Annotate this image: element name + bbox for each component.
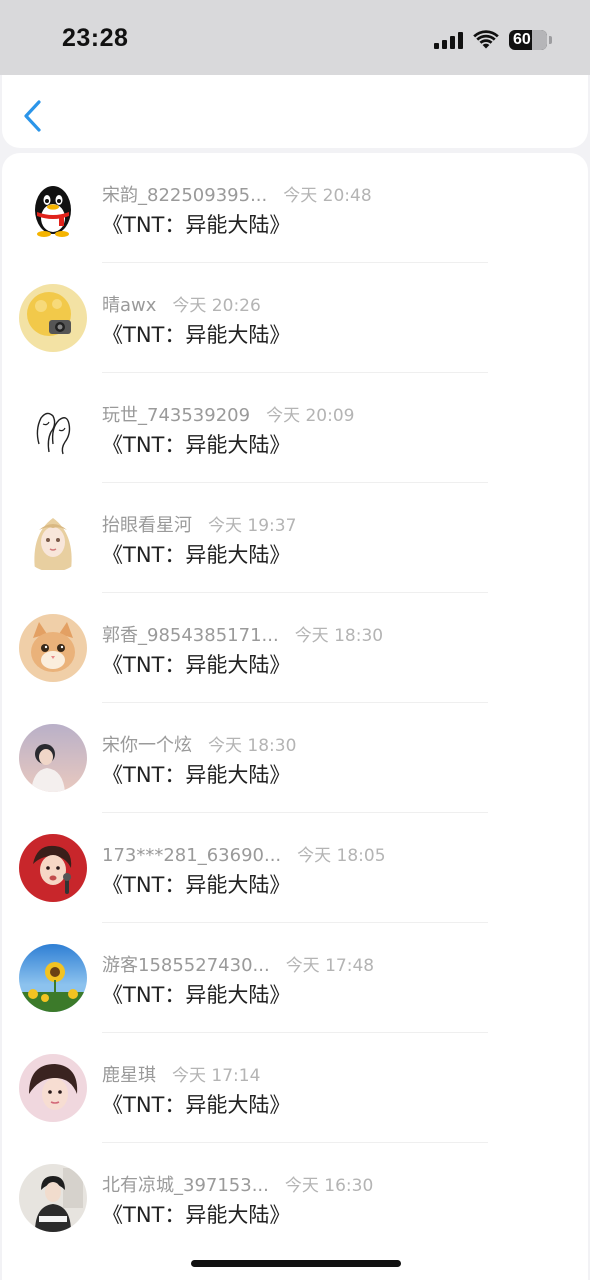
message-text: 《TNT：异能大陆》 (102, 433, 291, 457)
home-indicator[interactable] (191, 1260, 401, 1267)
back-button[interactable] (20, 99, 50, 133)
timestamp: 今天 18:30 (294, 626, 384, 646)
status-bar: 23:28 60 (0, 0, 590, 75)
sketch-avatar-icon (19, 394, 87, 462)
row-meta: 游客1585527430... 今天 17:48 (102, 951, 374, 977)
message-text: 《TNT：异能大陆》 (102, 653, 291, 677)
status-time: 23:28 (62, 24, 129, 52)
nav-bar (2, 75, 588, 148)
avatar (19, 944, 87, 1012)
qq-penguin-icon (19, 174, 87, 242)
wifi-icon (473, 30, 499, 49)
person-sunset-avatar-icon (19, 724, 87, 792)
user-name: 宋你一个炫 (102, 735, 192, 756)
timestamp: 今天 17:14 (172, 1066, 261, 1086)
person-sitting-avatar-icon (19, 1164, 87, 1232)
timestamp: 今天 17:48 (285, 956, 375, 976)
row-meta: 晴awx 今天 20:26 (102, 291, 261, 317)
avatar (19, 504, 87, 572)
row-meta: 宋你一个炫 今天 18:30 (102, 731, 296, 757)
list-item[interactable]: 晴awx 今天 20:26 《TNT：异能大陆》 (2, 263, 588, 373)
list-item[interactable]: 郭香_9854385171... 今天 18:30 《TNT：异能大陆》 (2, 593, 588, 703)
battery-icon: 60 (509, 30, 547, 50)
list-item[interactable]: 宋韵_822509395... 今天 20:48 《TNT：异能大陆》 (2, 153, 588, 263)
message-list: 宋韵_822509395... 今天 20:48 《TNT：异能大陆》 晴awx… (2, 153, 588, 1280)
battery-tip (549, 36, 552, 44)
timestamp: 今天 18:30 (208, 736, 297, 756)
row-meta: 北有凉城_397153... 今天 16:30 (102, 1171, 373, 1197)
user-name: 鹿星琪 (102, 1065, 156, 1086)
avatar (19, 174, 87, 242)
kitten-avatar-icon (19, 614, 87, 682)
avatar (19, 284, 87, 352)
list-item[interactable]: 鹿星琪 今天 17:14 《TNT：异能大陆》 (2, 1033, 588, 1143)
user-name: 郭香_9854385171... (102, 625, 279, 646)
user-name: 玩世_743539209 (102, 405, 251, 426)
list-item[interactable]: 173***281_63690... 今天 18:05 《TNT：异能大陆》 (2, 813, 588, 923)
avatar (19, 614, 87, 682)
chevron-left-icon (24, 100, 41, 132)
avatar (19, 394, 87, 462)
message-text: 《TNT：异能大陆》 (102, 1203, 291, 1227)
signal-icon (434, 31, 463, 49)
message-text: 《TNT：异能大陆》 (102, 983, 291, 1007)
list-item[interactable]: 玩世_743539209 今天 20:09 《TNT：异能大陆》 (2, 373, 588, 483)
avatar (19, 1054, 87, 1122)
user-name: 晴awx (102, 295, 157, 316)
list-item[interactable]: 北有凉城_397153... 今天 16:30 《TNT：异能大陆》 (2, 1143, 588, 1253)
portrait-avatar-icon (19, 1054, 87, 1122)
battery-level: 60 (513, 31, 531, 48)
row-meta: 抬眼看星河 今天 19:37 (102, 511, 296, 537)
timestamp: 今天 19:37 (208, 516, 297, 536)
avatar (19, 724, 87, 792)
user-name: 抬眼看星河 (102, 515, 192, 536)
list-item[interactable]: 抬眼看星河 今天 19:37 《TNT：异能大陆》 (2, 483, 588, 593)
camera-avatar-icon (19, 284, 87, 352)
row-meta: 173***281_63690... 今天 18:05 (102, 841, 386, 866)
message-text: 《TNT：异能大陆》 (102, 543, 291, 567)
row-meta: 玩世_743539209 今天 20:09 (102, 401, 354, 427)
timestamp: 今天 20:09 (266, 406, 355, 426)
avatar (19, 1164, 87, 1232)
singer-avatar-icon (19, 834, 87, 902)
user-name: 游客1585527430... (102, 955, 270, 976)
message-text: 《TNT：异能大陆》 (102, 873, 291, 897)
status-icons: 60 (434, 29, 552, 51)
message-text: 《TNT：异能大陆》 (102, 763, 291, 787)
row-meta: 鹿星琪 今天 17:14 (102, 1061, 260, 1087)
message-text: 《TNT：异能大陆》 (102, 1093, 291, 1117)
anime-girl-avatar-icon (19, 504, 87, 572)
timestamp: 今天 20:26 (172, 296, 261, 316)
avatar (19, 834, 87, 902)
user-name: 北有凉城_397153... (102, 1175, 269, 1196)
message-text: 《TNT：异能大陆》 (102, 213, 291, 237)
list-item[interactable]: 游客1585527430... 今天 17:48 《TNT：异能大陆》 (2, 923, 588, 1033)
row-meta: 宋韵_822509395... 今天 20:48 (102, 181, 372, 207)
timestamp: 今天 16:30 (284, 1176, 374, 1196)
list-item[interactable]: 宋你一个炫 今天 18:30 《TNT：异能大陆》 (2, 703, 588, 813)
sunflower-avatar-icon (19, 944, 87, 1012)
message-text: 《TNT：异能大陆》 (102, 323, 291, 347)
timestamp: 今天 20:48 (283, 186, 372, 206)
user-name: 173***281_63690... (102, 845, 282, 866)
row-meta: 郭香_9854385171... 今天 18:30 (102, 621, 383, 647)
timestamp: 今天 18:05 (297, 846, 386, 866)
user-name: 宋韵_822509395... (102, 185, 268, 206)
